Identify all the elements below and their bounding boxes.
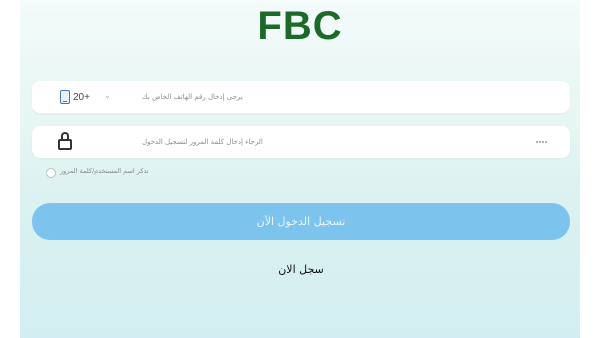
remember-me[interactable]: تذكر اسم المستخدم/كلمة المرور xyxy=(46,166,149,180)
remember-radio[interactable] xyxy=(46,168,56,178)
chevron-down-icon[interactable]: ⌄ xyxy=(104,91,111,100)
phone-placeholder: يرجى إدخال رقم الهاتف الخاص بك xyxy=(142,93,243,101)
fbc-logo: FBC xyxy=(257,4,343,48)
phone-field[interactable]: 20+ ⌄ يرجى إدخال رقم الهاتف الخاص بك xyxy=(32,81,570,113)
right-frame xyxy=(580,0,600,338)
phone-icon xyxy=(60,90,70,104)
country-code-selector[interactable]: 20+ xyxy=(60,89,90,105)
password-placeholder: الرجاء إدخال كلمة المرور لتسجيل الدخول xyxy=(142,138,263,146)
lock-icon xyxy=(58,132,72,150)
left-frame xyxy=(0,0,20,338)
password-field[interactable]: الرجاء إدخال كلمة المرور لتسجيل الدخول xyxy=(32,126,570,158)
remember-label: تذكر اسم المستخدم/كلمة المرور xyxy=(60,167,149,175)
login-page: FBC 20+ ⌄ يرجى إدخال رقم الهاتف الخاص بك… xyxy=(0,0,600,338)
country-code: 20+ xyxy=(73,91,90,103)
register-button[interactable]: سجل الان xyxy=(32,250,570,290)
login-button[interactable]: تسجيل الدخول الآن xyxy=(32,203,570,240)
eye-closed-icon[interactable] xyxy=(534,138,548,146)
